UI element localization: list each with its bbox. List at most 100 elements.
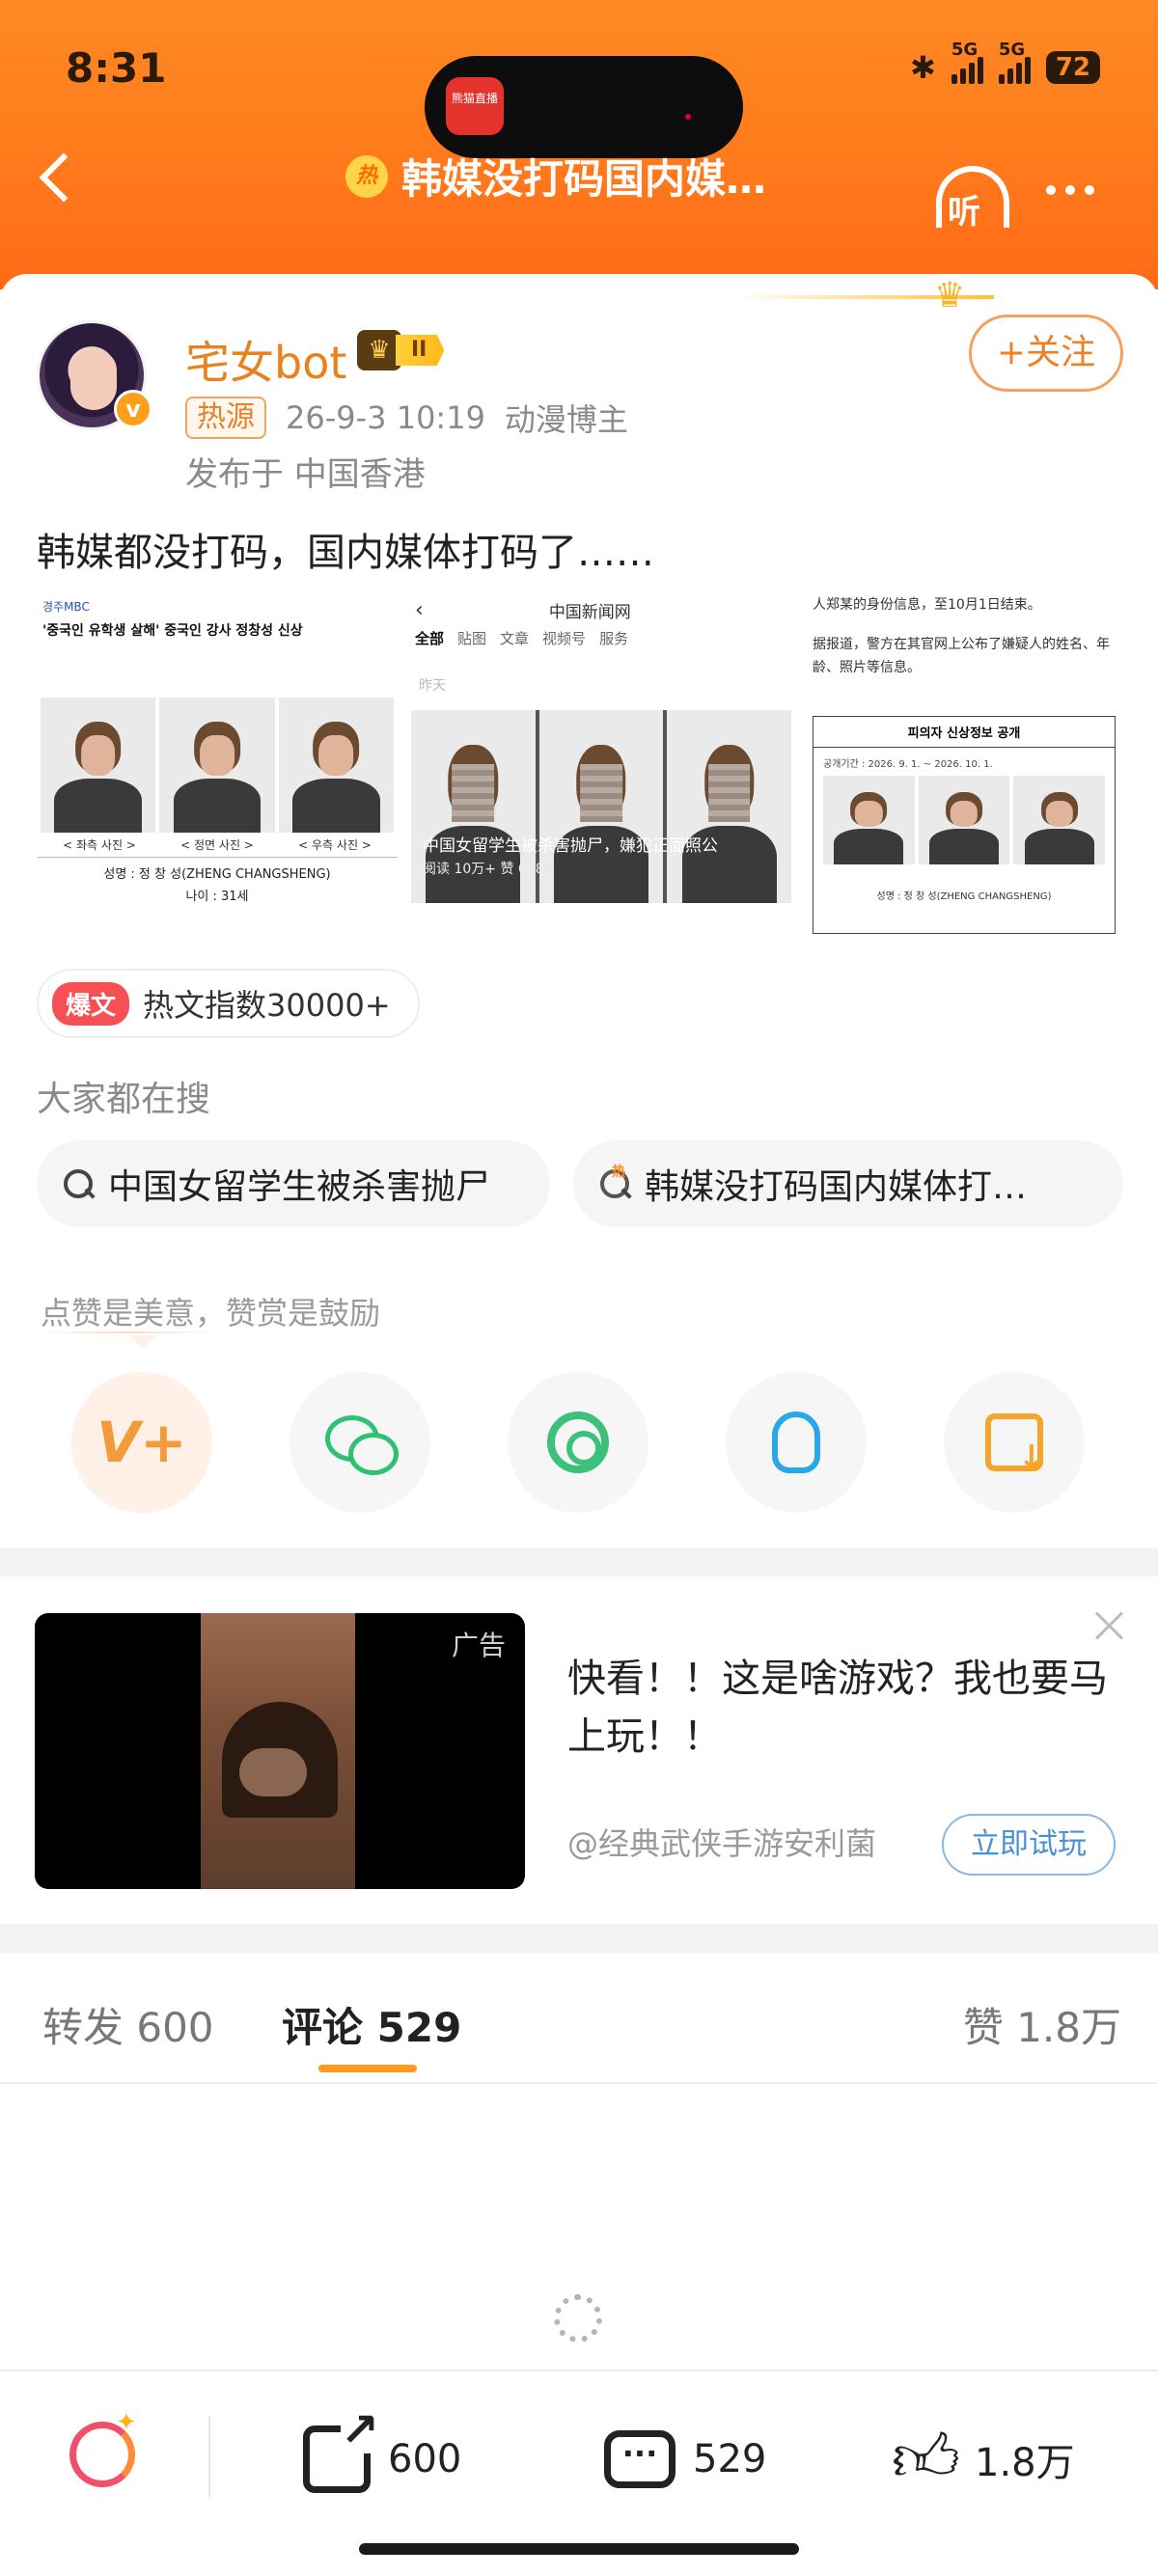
signal-1: 5G <box>951 40 983 90</box>
interaction-tabs: 转发 600 评论 529 赞 1.8万 <box>0 1953 1158 2084</box>
post-images: 경주MBC '중국인 유학생 살해' 중국인 강사 정창성 신상 < 좌측 사진… <box>37 592 1121 945</box>
close-icon[interactable] <box>1092 1607 1127 1642</box>
battery-level: 72 <box>1045 51 1100 84</box>
tab-repost[interactable]: 转发 600 <box>42 1995 214 2054</box>
back-button[interactable] <box>35 149 83 206</box>
active-tab-indicator <box>318 2065 417 2072</box>
trending-searches-title: 大家都在搜 <box>37 1080 211 1119</box>
thumbs-up-icon: 👍︎ <box>892 2421 961 2497</box>
reward-text: 点赞是美意，赞赏是鼓励 <box>41 1295 381 1331</box>
share-icon <box>303 2407 379 2493</box>
image2-back-icon: ‹ <box>415 598 424 622</box>
image3-document: 피의자 신상정보 공개 공개기간 : 2026. 9. 1. ~ 2026. 1… <box>813 716 1116 934</box>
share-qq-button[interactable] <box>726 1372 867 1513</box>
share-row: V+ <box>71 1372 1094 1517</box>
wechat-icon <box>325 1415 399 1475</box>
bluetooth-icon: ✱ <box>910 49 936 86</box>
ad-card[interactable]: 广告 快看！！这是啥游戏？我也要马上玩！！ @经典武侠手游安利菌 立即试玩 <box>0 1576 1158 1924</box>
ad-cta-button[interactable]: 立即试玩 <box>942 1814 1116 1876</box>
share-moments-button[interactable] <box>508 1372 648 1513</box>
hot-topic-icon: 热 <box>345 154 388 198</box>
ad-title[interactable]: 快看！！这是啥游戏？我也要马上玩！！ <box>567 1650 1108 1766</box>
comment-icon: ··· <box>604 2430 676 2488</box>
tab-comment-label: 评论 <box>282 2004 364 2051</box>
image1-caption-right: < 우측 사진 > <box>298 838 372 852</box>
image1-caption-front: < 정면 사진 > <box>180 838 254 852</box>
reward-button[interactable]: V+ <box>71 1372 212 1513</box>
bar-divider <box>208 2416 210 2497</box>
reward-pointer <box>129 1335 156 1349</box>
image2-tab: 全部 <box>415 630 445 647</box>
image2-headline: 中国女留学生被杀害抛尸，嫌犯正面照公 <box>423 836 718 856</box>
crown-icon: ♛ <box>934 276 966 315</box>
level-number: II <box>396 335 445 366</box>
post-image-1[interactable]: 경주MBC '중국인 유학생 살해' 중국인 강사 정창성 신상 < 좌측 사진… <box>37 592 398 945</box>
search-chip-2[interactable]: 热 韩媒没打码国内媒体打… <box>573 1140 1123 1227</box>
username[interactable]: 宅女bot <box>185 328 346 392</box>
search-chip-label: 韩媒没打码国内媒体打… <box>645 1167 1028 1207</box>
comment-button[interactable]: ··· 529 <box>604 2424 766 2495</box>
save-image-icon <box>985 1413 1045 1477</box>
v-plus-icon: V+ <box>96 1410 187 1475</box>
post-text: 韩媒都没打码，国内媒体打码了…… <box>37 531 654 575</box>
listen-button[interactable]: 听 <box>932 166 1013 232</box>
share-wechat-button[interactable] <box>290 1372 430 1513</box>
like-button[interactable]: 👍︎ 1.8万 <box>892 2424 1075 2495</box>
ai-search-button[interactable] <box>69 2408 137 2489</box>
loading-spinner-icon <box>554 2294 602 2343</box>
source-tag[interactable]: 热源 <box>185 397 266 439</box>
search-icon <box>62 1167 95 1200</box>
image1-caption-left: < 좌측 사진 > <box>63 838 136 852</box>
nav-bar: 热 韩媒没打码国内媒… 听 <box>0 135 1158 232</box>
status-indicators: ✱ 5G 5G 72 <box>910 40 1100 91</box>
image2-stats: 阅读 10万+ 赞 698 <box>423 862 544 877</box>
post-location: 发布于 中国香港 <box>185 455 426 494</box>
repost-button[interactable]: 600 <box>303 2407 462 2495</box>
ad-source: @经典武侠手游安利菌 <box>567 1825 877 1862</box>
status-bar: 8:31 熊猫直播 ✱ 5G 5G 72 <box>0 39 1158 158</box>
repost-count: 600 <box>388 2437 462 2481</box>
more-button[interactable] <box>1046 185 1094 195</box>
network-type-1: 5G <box>951 40 979 60</box>
image1-source: 경주MBC <box>42 600 90 614</box>
tab-comment[interactable]: 评论 529 <box>282 1995 461 2054</box>
home-indicator[interactable] <box>359 2543 799 2555</box>
ad-video[interactable]: 广告 <box>35 1613 525 1889</box>
hot-article-badge: 爆文 <box>52 981 130 1026</box>
save-image-button[interactable] <box>944 1372 1085 1513</box>
image2-brand: 中国新闻网 <box>548 603 631 622</box>
image3-name: 성명 : 정 창 성(ZHENG CHANGSHENG) <box>876 891 1052 902</box>
post-image-2[interactable]: ‹ 中国新闻网 全部 贴图 文章 视频号 服务 昨天 中国女留学生被杀害抛尸，嫌… <box>405 592 797 945</box>
image1-age: 나이 : 31세 <box>185 890 249 904</box>
recording-dot-icon <box>685 114 691 120</box>
signal-2: 5G <box>998 40 1031 90</box>
listen-label: 听 <box>948 193 980 232</box>
image3-line1: 人郑某的身份信息，至10月1日结束。 <box>813 597 1041 613</box>
mugshot-row <box>37 698 398 833</box>
like-count: 1.8万 <box>975 2441 1075 2485</box>
image1-headline: '중국인 유학생 살해' 중국인 강사 정창성 신상 <box>42 623 303 639</box>
network-type-2: 5G <box>998 40 1026 60</box>
live-app-icon: 熊猫直播 <box>446 77 504 135</box>
image2-tabs: 全部 贴图 文章 视频号 服务 <box>405 628 797 648</box>
moments-icon <box>547 1411 609 1473</box>
hot-index-pill[interactable]: 爆文 热文指数30000+ <box>37 969 420 1038</box>
section-divider <box>0 1548 1158 1576</box>
image2-tab: 视频号 <box>542 630 587 647</box>
follow-button[interactable]: +关注 <box>969 315 1123 392</box>
verified-icon: v <box>114 390 152 428</box>
image2-tab: 贴图 <box>457 630 487 647</box>
user-level-badge[interactable]: ♛ II <box>357 330 445 370</box>
search-chip-1[interactable]: 中国女留学生被杀害抛尸 <box>37 1140 550 1227</box>
qq-icon <box>772 1411 820 1473</box>
comment-count: 529 <box>693 2437 767 2481</box>
weibo-post-page: 8:31 熊猫直播 ✱ 5G 5G 72 热 韩媒没打码国内媒… 听 ♛ v 宅… <box>0 0 1158 2576</box>
post-image-3[interactable]: 人郑某的身份信息，至10月1日结束。 据报道，警方在其官网上公布了嫌疑人的姓名、… <box>805 592 1121 945</box>
hot-search-icon: 热 <box>598 1165 631 1200</box>
image3-line2: 据报道，警方在其官网上公布了嫌疑人的姓名、年龄、照片等信息。 <box>813 637 1110 675</box>
post-card: ♛ v 宅女bot ♛ II +关注 热源 26-9-3 10:19 动漫博主 … <box>0 274 1158 1548</box>
status-time: 8:31 <box>66 44 167 92</box>
image2-date: 昨天 <box>419 678 446 694</box>
nav-title: 热 韩媒没打码国内媒… <box>345 147 766 206</box>
tab-like[interactable]: 赞 1.8万 <box>963 1995 1121 2054</box>
